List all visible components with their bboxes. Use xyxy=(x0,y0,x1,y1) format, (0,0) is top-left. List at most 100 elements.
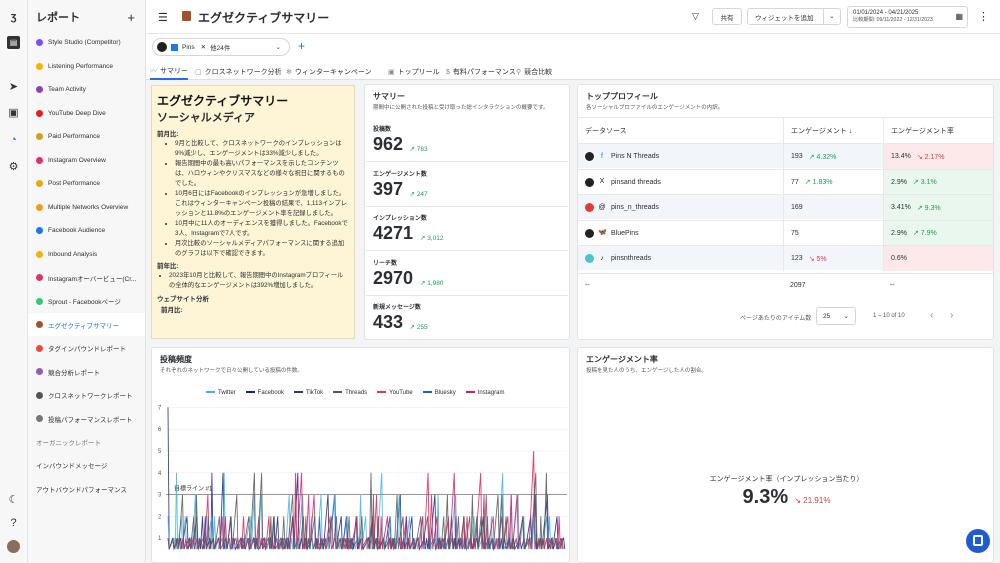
sidebar-item[interactable]: 投稿パフォーマンスレポート xyxy=(28,407,145,430)
add-filter-button[interactable]: + xyxy=(298,39,305,53)
compose-icon[interactable]: ▤ xyxy=(7,36,20,49)
legend-label: YouTube xyxy=(389,390,413,396)
sidebar-item[interactable]: Instagram Overview xyxy=(28,149,145,172)
metric-value: 397 xyxy=(373,178,404,199)
table-row[interactable]: f Pins N Threads 193 ↗ 4.32% 13.4% ↘ 2.17% xyxy=(578,143,993,169)
date-range-picker[interactable]: 01/01/2024 - 04/21/2025 比較期間: 09/11/2022… xyxy=(847,6,968,28)
send-icon[interactable]: ➤ xyxy=(7,80,20,93)
help-icon[interactable]: ? xyxy=(7,516,20,529)
header: ☰ エグゼクティブサマリー ▽ 共有 ウィジェットを追加 ⌄ 01/01/2024… xyxy=(146,0,1000,34)
sidebar-item[interactable]: Post Performance xyxy=(28,172,145,195)
add-widget-label: ウィジェットを追加 xyxy=(755,14,814,22)
tab-label: クロスネットワーク分析 xyxy=(204,69,282,76)
col-engagement[interactable]: エンゲージメント ↓ xyxy=(783,118,852,144)
engagement-rate-cell: 2.9% ↗ 3.1% xyxy=(883,169,993,195)
sidebar-item[interactable]: クロスネットワークレポート xyxy=(28,384,145,407)
tab[interactable]: ❄ ウィンターキャンペーン xyxy=(286,64,372,80)
sidebar-item[interactable]: タグインパウンドレポート xyxy=(28,337,145,360)
legend-item[interactable]: Instagram xyxy=(465,390,504,396)
total-label: -- xyxy=(585,281,590,289)
legend-item[interactable]: Facebook xyxy=(245,390,284,396)
legend-item[interactable]: YouTube xyxy=(377,390,413,396)
metric-tile: エンゲージメント数 397 ↗ 247 xyxy=(366,163,568,207)
sidebar-item[interactable]: Team Activity xyxy=(28,78,145,101)
legend-item[interactable]: Bluesky xyxy=(422,390,456,396)
table-row[interactable]: 🦋 BluePins 75 2.9% ↗ 7.9% xyxy=(578,219,993,246)
tab-icon: ⚲ xyxy=(516,69,522,76)
dark-mode-icon[interactable]: ☾ xyxy=(7,493,20,506)
tab-icon: $ xyxy=(446,68,450,76)
tab[interactable]: $ 有料パフォーマンス xyxy=(446,64,516,80)
report-tabs: 〰サマリー ▢ クロスネットワーク分析 ❄ ウィンターキャンペーン ▣ トップリール $ 有料パ… xyxy=(146,61,1000,80)
compare-range-text: 比較期間: 09/11/2022 - 12/31/2023 xyxy=(853,17,933,23)
share-button[interactable]: 共有 xyxy=(712,8,742,25)
report-icon xyxy=(36,344,43,352)
tab-label: 有料パフォーマンス xyxy=(452,69,516,76)
logo-icon[interactable]: ʒ xyxy=(7,10,20,23)
y-tick-label: 2 xyxy=(158,514,162,520)
engagement-rate-value: 13.4% xyxy=(891,153,911,160)
sidebar-item[interactable]: Style Studio (Competitor) xyxy=(28,31,145,54)
tab-icon: ▣ xyxy=(388,69,395,76)
sidebar-section[interactable]: オーガニックレポート xyxy=(28,430,145,453)
tab[interactable]: ⚲ 競合比較 xyxy=(516,64,552,80)
sidebar-item[interactable]: YouTube Deep Dive xyxy=(28,102,145,125)
legend-item[interactable]: TikTok xyxy=(294,390,323,396)
legend-swatch xyxy=(333,391,343,394)
tab[interactable]: 〰サマリー xyxy=(150,64,188,80)
reports-icon[interactable]: ◔ xyxy=(7,133,20,146)
metric-tile: 投稿数 962 ↗ 783 xyxy=(366,118,568,162)
sidebar-item[interactable]: Paid Performance xyxy=(28,125,145,148)
profile-name: pins_n_threads xyxy=(611,204,659,211)
calendar-icon: ▦ xyxy=(955,12,963,21)
legend-item[interactable]: Twitter xyxy=(206,390,236,396)
page-size-select[interactable]: 25 ⌄ xyxy=(816,307,856,325)
profile-others-count: 他24件 xyxy=(210,45,231,52)
sidebar-section[interactable]: インバウンドメッセージ xyxy=(28,454,145,477)
col-data-source[interactable]: データソース xyxy=(585,118,627,144)
inbox-icon[interactable]: ▣ xyxy=(7,106,20,119)
sidebar-section[interactable]: アウトバウンドパフォーマンス xyxy=(28,477,145,500)
sidebar-item-label: Multiple Networks Overview xyxy=(48,203,129,211)
chevron-down-icon[interactable]: ⌄ xyxy=(276,43,281,51)
sidebar-item[interactable]: 競合分析レポート xyxy=(28,360,145,383)
legend-item[interactable]: Threads xyxy=(333,390,367,396)
more-options-icon[interactable]: ⋮ xyxy=(978,10,989,23)
avatar[interactable] xyxy=(7,540,20,553)
table-row[interactable]: Xpinsand threads 77 ↗ 1.83% 2.9% ↗ 3.1% xyxy=(578,168,993,195)
sidebar-item[interactable]: Multiple Networks Overview xyxy=(28,196,145,219)
profile-cell: ♪ pinsnthreads xyxy=(585,246,651,271)
y-tick-label: 5 xyxy=(158,449,162,455)
chevron-down-icon[interactable]: ⌄ xyxy=(823,9,840,24)
sidebar-item[interactable]: Instagramオーバービュー(Cr... xyxy=(28,266,145,289)
icon-rail: ʒ ▤ ➤ ▣ ◔ ⚙ ☾ ? xyxy=(0,0,28,563)
table-row[interactable]: @ pins_n_threads 169 3.41% ↗ 9.3% xyxy=(578,194,993,220)
menu-icon[interactable]: ☰ xyxy=(158,11,168,24)
tab[interactable]: ▢ クロスネットワーク分析 xyxy=(195,64,282,80)
prev-page-button[interactable]: ‹ xyxy=(930,310,933,321)
post-frequency-title: 投稿頻度 xyxy=(160,355,192,364)
sidebar-item[interactable]: Sprout - Facebookページ xyxy=(28,290,145,313)
sidebar-item[interactable]: Inbound Analysis xyxy=(28,243,145,266)
sidebar-item[interactable]: エグゼクティブサマリー xyxy=(28,313,145,336)
facebook-icon xyxy=(171,43,178,51)
next-page-button[interactable]: › xyxy=(950,310,953,321)
table-row[interactable]: ♪ pinsnthreads 123 ↘ 5% 0.6% xyxy=(578,245,993,271)
profile-cell: 🦋 BluePins xyxy=(585,221,639,246)
sidebar-item-label: Post Performance xyxy=(48,180,101,187)
profile-selector[interactable]: Pins ✕ 他24件 ⌄ xyxy=(152,38,290,56)
sidebar-item[interactable]: Facebook Audience xyxy=(28,219,145,242)
close-icon[interactable]: ✕ xyxy=(201,43,206,51)
settings-icon[interactable]: ⚙ xyxy=(7,160,20,173)
sidebar-item[interactable]: Listening Performance xyxy=(28,55,145,78)
filter-icon[interactable]: ▽ xyxy=(692,11,699,22)
metric-delta: ↗ 255 xyxy=(409,324,428,331)
chat-support-button[interactable] xyxy=(966,529,990,553)
tab[interactable]: ▣ トップリール xyxy=(388,64,440,80)
add-report-button[interactable]: + xyxy=(127,10,135,25)
add-widget-button[interactable]: ウィジェットを追加 ⌄ xyxy=(747,8,841,25)
report-icon xyxy=(36,156,43,164)
y-tick-label: 1 xyxy=(158,536,162,542)
col-engagement-rate[interactable]: エンゲージメント率 xyxy=(883,118,954,144)
summary-title: サマリー xyxy=(373,92,405,101)
